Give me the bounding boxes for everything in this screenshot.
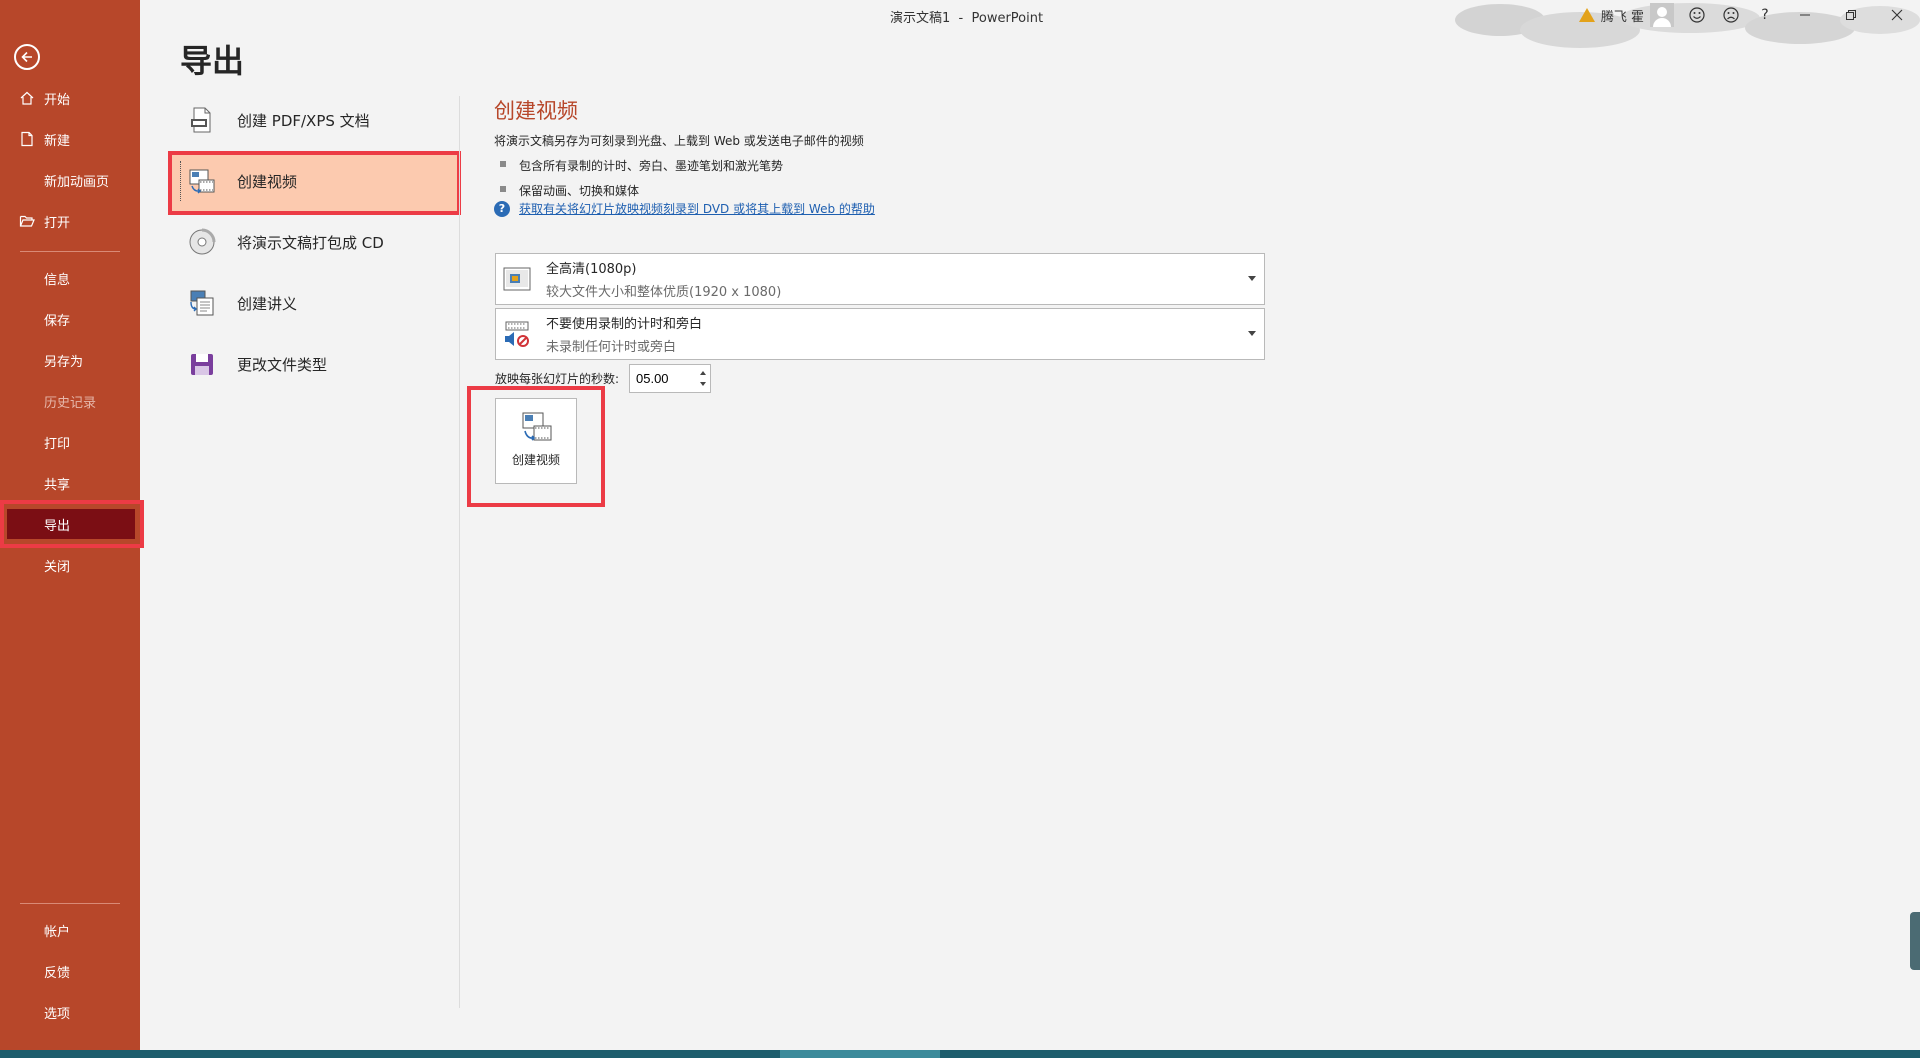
nav-label: 共享: [44, 477, 71, 493]
backstage-nav: 开始 新建 新加动画页 打开 信息 保存 另存为 历史记录 打印 共享 导出 关…: [0, 0, 140, 1050]
help-question-icon: ?: [494, 200, 510, 217]
avatar[interactable]: [1650, 3, 1674, 27]
page-title: 导出: [180, 42, 245, 80]
nav-divider: [20, 251, 120, 252]
detail-heading: 创建视频: [494, 99, 578, 123]
chevron-down-icon: [1248, 331, 1256, 336]
nav-label: 开始: [44, 92, 71, 108]
seconds-per-slide-input[interactable]: [630, 365, 690, 392]
minimize-button[interactable]: [1782, 0, 1828, 30]
video-icon: [522, 412, 552, 441]
create-video-detail: 创建视频 将演示文稿另存为可刻录到光盘、上载到 Web 或发送电子邮件的视频 包…: [494, 95, 864, 199]
option-label: 创建讲义: [237, 294, 298, 313]
nav-label: 新建: [44, 133, 71, 149]
help-button[interactable]: ?: [1748, 0, 1782, 30]
nav-item-open[interactable]: 打开: [0, 202, 140, 240]
detail-bullet: 包含所有录制的计时、旁白、墨迹笔划和激光笔势: [494, 157, 864, 174]
nav-item-save-as[interactable]: 另存为: [0, 341, 140, 379]
smile-feedback-icon[interactable]: [1680, 0, 1714, 30]
create-video-button-label: 创建视频: [511, 453, 560, 467]
option-create-pdf-xps[interactable]: 创建 PDF/XPS 文档: [168, 90, 460, 150]
quality-title: 全高清(1080p): [546, 262, 637, 277]
back-arrow-icon: [21, 51, 32, 63]
video-quality-dropdown[interactable]: 全高清(1080p) 较大文件大小和整体优质(1920 x 1080): [495, 253, 1265, 305]
nav-item-save[interactable]: 保存: [0, 300, 140, 338]
help-row: ? 获取有关将幻灯片放映视频刻录到 DVD 或将其上载到 Web 的帮助: [494, 200, 875, 217]
chevron-down-icon: [1248, 276, 1256, 281]
seconds-per-slide-label: 放映每张幻灯片的秒数:: [495, 372, 620, 386]
folder-open-icon: [19, 215, 35, 227]
timing-subtitle: 未录制任何计时或旁白: [546, 340, 677, 355]
nav-divider: [20, 903, 120, 904]
detail-bullet: 保留动画、切换和媒体: [494, 182, 864, 199]
timing-narration-dropdown[interactable]: 不要使用录制的计时和旁白 未录制任何计时或旁白: [495, 308, 1265, 360]
active-taskbar-item: [780, 1050, 940, 1058]
quality-subtitle: 较大文件大小和整体优质(1920 x 1080): [546, 285, 782, 300]
option-label: 更改文件类型: [237, 355, 328, 374]
nav-item-history: 历史记录: [0, 382, 140, 420]
taskbar-strip: [0, 1050, 1920, 1058]
nav-label: 历史记录: [44, 395, 97, 411]
nav-label: 反馈: [44, 965, 71, 981]
video-icon: [189, 169, 215, 194]
side-panel-handle[interactable]: [1910, 912, 1920, 970]
nav-label: 打开: [44, 215, 71, 231]
option-package-cd[interactable]: 将演示文稿打包成 CD: [168, 212, 460, 272]
window-title: 演示文稿1 - PowerPoint: [890, 11, 1044, 26]
option-label: 创建 PDF/XPS 文档: [237, 111, 370, 130]
nav-label: 关闭: [44, 559, 71, 575]
stepper-up-icon[interactable]: [700, 371, 706, 375]
home-icon: [20, 91, 34, 105]
file-type-icon: [191, 354, 213, 375]
warning-icon[interactable]: [1578, 8, 1595, 22]
close-window-button[interactable]: [1874, 0, 1920, 30]
no-narration-icon: [505, 321, 529, 347]
nav-item-account[interactable]: 帐户: [0, 911, 140, 949]
nav-item-feedback[interactable]: 反馈: [0, 952, 140, 990]
option-change-file-type[interactable]: 更改文件类型: [168, 334, 460, 394]
option-create-handouts[interactable]: 创建讲义: [168, 273, 460, 333]
seconds-per-slide-stepper[interactable]: [629, 364, 711, 393]
nav-label: 选项: [44, 1006, 71, 1022]
user-name[interactable]: 腾飞 霍: [1601, 6, 1644, 25]
handout-icon: [190, 290, 214, 316]
nav-item-print[interactable]: 打印: [0, 423, 140, 461]
nav-item-options[interactable]: 选项: [0, 993, 140, 1031]
stepper-down-icon[interactable]: [700, 382, 706, 386]
restore-button[interactable]: [1828, 0, 1874, 30]
option-label: 将演示文稿打包成 CD: [237, 233, 384, 252]
nav-item-share[interactable]: 共享: [0, 464, 140, 502]
nav-label: 打印: [44, 436, 71, 452]
nav-label: 另存为: [44, 354, 84, 370]
cd-icon: [189, 228, 216, 255]
option-create-video[interactable]: 创建视频: [168, 151, 460, 211]
frown-feedback-icon[interactable]: [1714, 0, 1748, 30]
nav-item-close[interactable]: 关闭: [0, 546, 140, 584]
nav-item-new[interactable]: 新建: [0, 120, 140, 158]
detail-description: 将演示文稿另存为可刻录到光盘、上载到 Web 或发送电子邮件的视频: [494, 134, 864, 148]
presentation-quality-icon: [503, 267, 531, 291]
nav-label: 信息: [44, 272, 71, 288]
nav-label: 保存: [44, 313, 71, 329]
title-bar: 演示文稿1 - PowerPoint 腾飞 霍 ?: [140, 0, 1920, 48]
back-button[interactable]: [14, 44, 40, 70]
new-document-icon: [21, 131, 33, 147]
pdf-document-icon: [191, 107, 211, 133]
nav-label: 帐户: [44, 924, 71, 940]
panel-divider: [459, 96, 460, 1008]
nav-label: 导出: [44, 518, 71, 534]
nav-item-export-row: 导出: [0, 505, 140, 543]
nav-item-new-animation-page[interactable]: 新加动画页: [0, 161, 140, 199]
nav-label: 新加动画页: [44, 174, 110, 190]
nav-item-info[interactable]: 信息: [0, 259, 140, 297]
nav-item-export[interactable]: 导出: [7, 509, 135, 539]
timing-title: 不要使用录制的计时和旁白: [546, 317, 703, 332]
option-label: 创建视频: [237, 172, 298, 191]
create-video-button[interactable]: 创建视频: [495, 398, 577, 484]
help-link[interactable]: 获取有关将幻灯片放映视频刻录到 DVD 或将其上载到 Web 的帮助: [519, 200, 875, 217]
nav-item-home[interactable]: 开始: [0, 79, 140, 117]
